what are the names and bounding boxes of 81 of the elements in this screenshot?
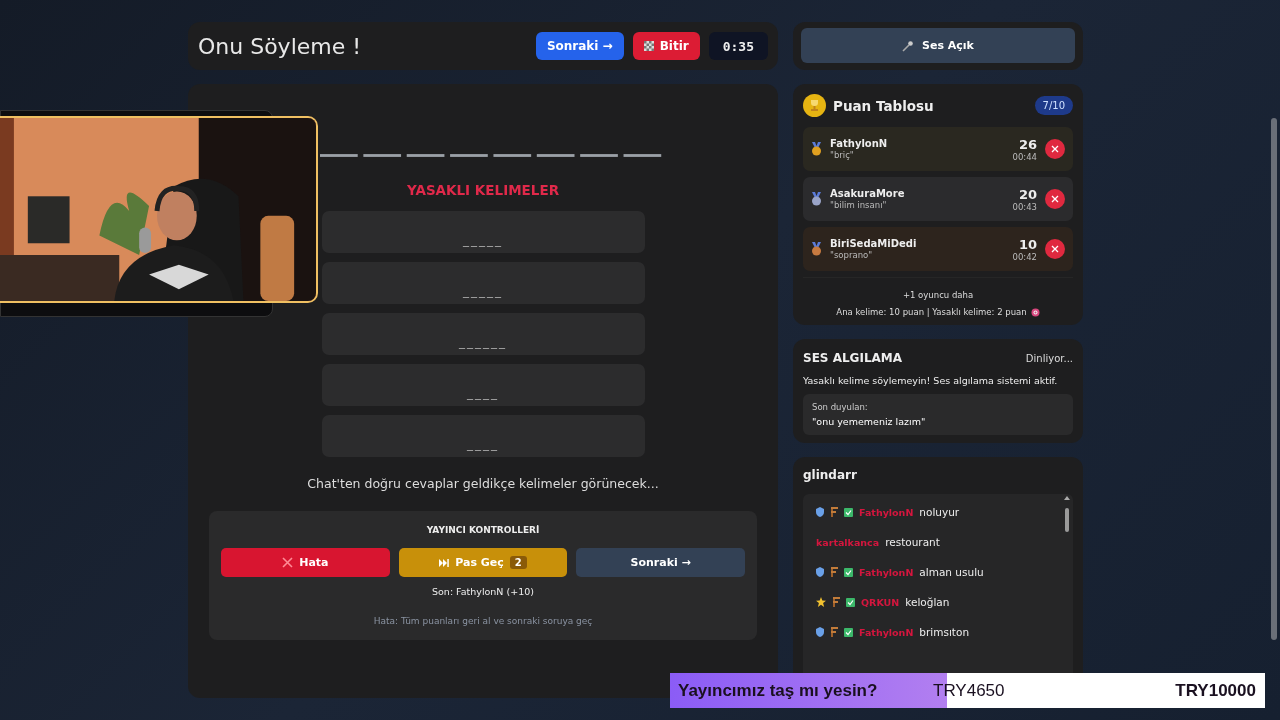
founder-badge-icon <box>830 507 838 517</box>
hint-text: Chat'ten doğru cevaplar geldikçe kelimeler görünecek... <box>307 476 659 491</box>
chat-username: FathylonN <box>859 626 914 638</box>
scrollbar[interactable] <box>1271 118 1277 640</box>
error-button[interactable]: Hata <box>221 548 390 577</box>
check-badge-icon <box>846 597 855 607</box>
player-name: AsakuraMore <box>830 188 906 199</box>
medal-icon <box>811 142 822 156</box>
check-badge-icon <box>844 567 853 577</box>
listening-status: Dinliyor... <box>1025 352 1073 364</box>
countdown-timer: 0:35 <box>708 32 768 60</box>
player-answer: "briç" <box>830 150 855 160</box>
last-score-text: Son: FathylonN (+10) <box>432 586 534 597</box>
controls-title: YAYINCI KONTROLLERİ <box>426 525 540 535</box>
founder-badge-icon <box>830 567 838 577</box>
banned-word-slot: ______ <box>321 313 645 355</box>
sound-toggle-button[interactable]: Ses Açık <box>801 28 1075 63</box>
skip-icon <box>439 558 450 567</box>
check-badge-icon <box>844 507 853 517</box>
player-score: 10 <box>1018 236 1037 252</box>
player-name: FathylonN <box>830 138 889 149</box>
answer-time: 00:42 <box>1012 251 1037 262</box>
trophy-icon <box>803 94 826 117</box>
chat-message: noluyur <box>919 506 960 518</box>
banned-word-slot: ____ <box>321 364 645 406</box>
chat-username: QRKUN <box>861 596 900 608</box>
player-answer: "soprano" <box>830 250 874 260</box>
scoring-rules-text: Ana kelime: 10 puan | Yasaklı kelime: 2 puan <box>836 307 1027 317</box>
goal-current-amount: TRY4650 <box>933 680 1006 701</box>
medal-icon <box>811 192 822 206</box>
checkered-flag-icon <box>643 41 654 51</box>
chat-message: brimsıton <box>919 626 970 638</box>
answer-time: 00:44 <box>1012 151 1037 162</box>
star-icon <box>816 597 826 607</box>
more-players-text: +1 oyuncu daha <box>902 290 974 300</box>
banned-word-slot: _____ <box>321 211 645 253</box>
round-counter: 7/10 <box>1034 96 1073 115</box>
remove-button[interactable] <box>1045 139 1065 159</box>
next-button[interactable]: Sonraki → <box>535 32 624 60</box>
microphone-icon <box>902 39 915 52</box>
game-title: Onu Söyleme ! <box>198 33 363 59</box>
chat-message: alman usulu <box>919 566 984 578</box>
skip-button[interactable]: Pas Geç 2 <box>398 548 568 577</box>
answer-time: 00:43 <box>1012 201 1037 212</box>
chat-username: FathylonN <box>859 566 914 578</box>
player-answer: "bilim insanı" <box>830 200 888 210</box>
chat-message: restourant <box>885 536 940 548</box>
goal-target-amount: TRY10000 <box>1175 680 1256 701</box>
player-score: 26 <box>1018 136 1037 152</box>
check-badge-icon <box>844 627 853 637</box>
chat-message: keloğlan <box>905 596 950 608</box>
remove-button[interactable] <box>1045 189 1065 209</box>
shield-icon <box>816 627 824 637</box>
last-heard-label: Son duyulan: <box>812 402 869 412</box>
next-button[interactable]: Sonraki → <box>576 548 745 577</box>
founder-badge-icon <box>830 627 838 637</box>
voice-detection-title: SES ALGILAMA <box>803 351 903 365</box>
shield-icon <box>816 507 824 517</box>
last-heard-text: "onu yememeniz lazım" <box>812 416 927 427</box>
close-icon <box>282 557 294 568</box>
target-icon <box>1030 307 1040 317</box>
player-name: BiriSedaMiDedi <box>830 238 918 249</box>
finish-button[interactable]: Bitir <box>632 32 700 60</box>
banned-word-slot: ____ <box>321 415 645 457</box>
scoreboard-title: Puan Tablosu <box>833 97 935 114</box>
chat-username: kartalkanca <box>816 536 880 548</box>
chat-title: glindarr <box>803 468 858 482</box>
founder-badge-icon <box>832 597 840 607</box>
player-score: 20 <box>1018 186 1037 202</box>
remove-button[interactable] <box>1045 239 1065 259</box>
close-icon <box>1051 145 1059 153</box>
banned-words-title: YASAKLI KELIMELER <box>406 182 560 198</box>
medal-icon <box>811 242 822 256</box>
close-icon <box>1051 195 1059 203</box>
close-icon <box>1051 245 1059 253</box>
error-note: Hata: Tüm puanları geri al ve sonraki soruya geç <box>373 616 593 626</box>
warning-text: Yasaklı kelime söylemeyin! Ses algılama sistemi aktif. <box>803 375 1059 386</box>
banned-word-slot: _____ <box>321 262 645 304</box>
chat-username: FathylonN <box>859 506 914 518</box>
goal-title: Yayıncımız taş mı yesin? <box>678 680 879 701</box>
shield-icon <box>816 567 824 577</box>
